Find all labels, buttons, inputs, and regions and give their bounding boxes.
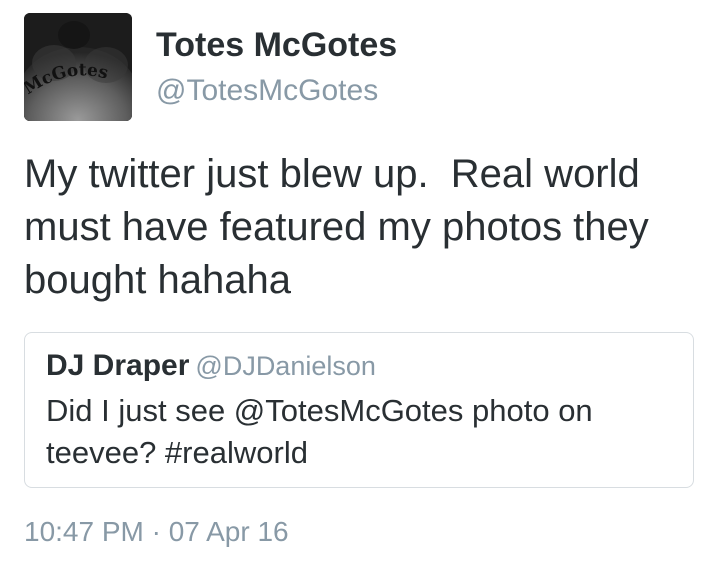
avatar[interactable]: McGotes [24, 13, 132, 121]
tweet: McGotes Totes McGotes @TotesMcGotes My t… [0, 0, 720, 576]
avatar-image: McGotes [24, 13, 132, 121]
quoted-author-handle: @DJDanielson [195, 351, 376, 381]
quoted-tweet-card[interactable]: DJ Draper @DJDanielson Did I just see @To… [24, 332, 694, 488]
author-handle[interactable]: @TotesMcGotes [156, 74, 378, 108]
tweet-text: My twitter just blew up. Real world must… [24, 152, 660, 302]
quoted-tweet-text: Did I just see @TotesMcGotes photo on te… [46, 393, 593, 470]
tweet-timestamp[interactable]: 10:47 PM · 07 Apr 16 [24, 516, 289, 548]
quoted-author-display-name: DJ Draper [46, 349, 190, 382]
quoted-tweet-header: DJ Draper @DJDanielson [46, 349, 376, 383]
author-display-name[interactable]: Totes McGotes [156, 26, 397, 65]
